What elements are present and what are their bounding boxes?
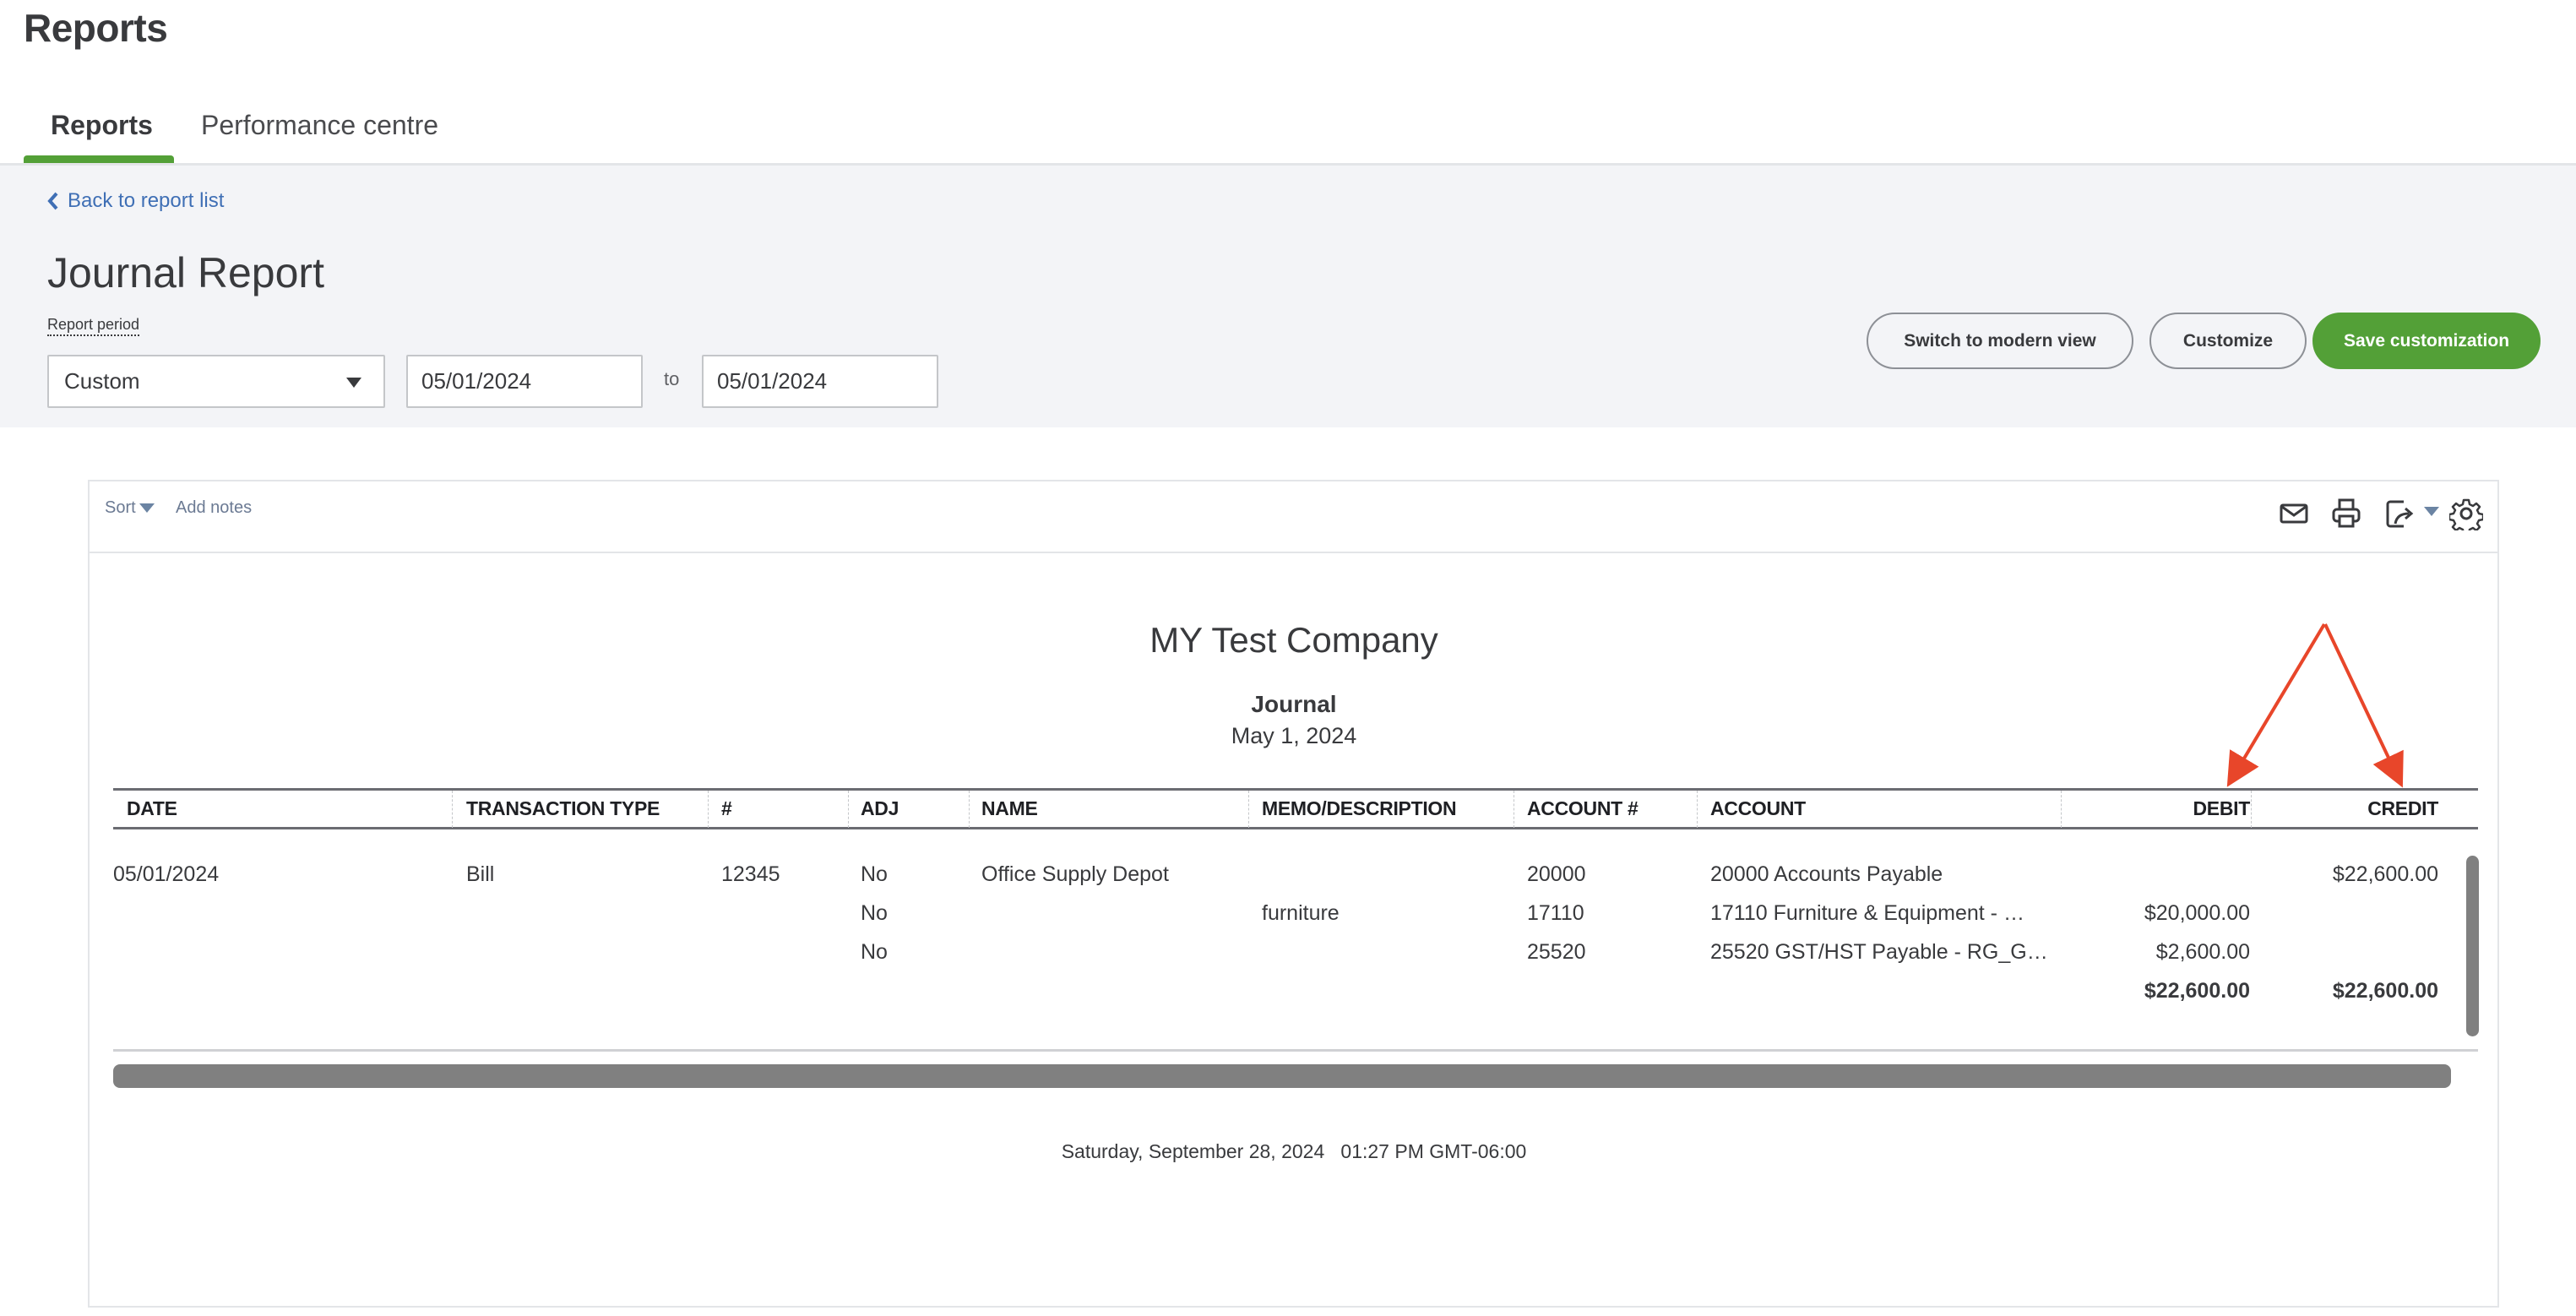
active-tab-indicator [24, 155, 174, 163]
column-header-number[interactable]: # [721, 797, 732, 820]
cell-account-number: 20000 [1527, 862, 1586, 886]
cell-credit[interactable]: $22,600.00 [2251, 862, 2438, 887]
page-title: Journal Report [47, 249, 324, 296]
report-card [88, 480, 2499, 1308]
sort-dropdown[interactable]: Sort [105, 498, 155, 518]
sort-label: Sort [105, 498, 136, 517]
company-name: MY Test Company [1149, 620, 1438, 660]
tab-performance-centre[interactable]: Performance centre [201, 110, 438, 141]
column-separator [1697, 791, 1698, 828]
cell-account[interactable]: 20000 Accounts Payable [1710, 862, 1943, 887]
table-header-bottom-rule [113, 827, 2478, 829]
column-separator [969, 791, 970, 828]
column-header-account[interactable]: ACCOUNT [1710, 797, 1806, 820]
cell-account-number: 17110 [1527, 901, 1584, 925]
switch-to-modern-view-button[interactable]: Switch to modern view [1867, 313, 2133, 369]
print-icon[interactable] [2329, 497, 2363, 530]
table-header-top-rule [113, 788, 2478, 791]
cell-adj: No [861, 901, 888, 925]
cell-debit[interactable]: $2,600.00 [2061, 940, 2250, 965]
column-header-debit[interactable]: DEBIT [2061, 797, 2250, 820]
back-link-label: Back to report list [68, 189, 225, 212]
total-debit: $22,600.00 [2144, 979, 2250, 1003]
column-separator [708, 791, 709, 828]
cell-name[interactable]: Office Supply Depot [981, 862, 1169, 887]
caret-down-icon [139, 503, 155, 513]
mail-icon[interactable] [2277, 497, 2311, 530]
report-period-label[interactable]: Report period [47, 316, 140, 336]
column-header-adj[interactable]: ADJ [861, 797, 899, 820]
vertical-scrollbar[interactable] [2466, 856, 2479, 1036]
cell-account[interactable]: 17110 Furniture & Equipment - … [1710, 901, 2024, 926]
column-header-credit[interactable]: CREDIT [2251, 797, 2438, 820]
customize-button[interactable]: Customize [2149, 313, 2307, 369]
cell-account-number: 25520 [1527, 940, 1586, 964]
cell-debit[interactable]: $20,000.00 [2061, 901, 2250, 926]
cell-number[interactable]: 12345 [721, 862, 780, 887]
cell-transaction-type[interactable]: Bill [466, 862, 494, 887]
column-separator [848, 791, 849, 828]
column-header-name[interactable]: NAME [981, 797, 1038, 820]
horizontal-scrollbar[interactable] [113, 1064, 2451, 1088]
report-name: Journal [1251, 691, 1337, 717]
report-header-band [0, 166, 2576, 427]
date-from-input[interactable] [406, 355, 643, 408]
table-bottom-rule [113, 1049, 2478, 1052]
report-generated-timestamp: Saturday, September 28, 2024 01:27 PM GM… [1061, 1140, 1527, 1162]
chevron-left-icon [47, 192, 58, 210]
to-label: to [664, 368, 680, 389]
column-header-date[interactable]: DATE [127, 797, 177, 820]
cell-account[interactable]: 25520 GST/HST Payable - RG_G… [1710, 940, 2048, 965]
cell-date[interactable]: 05/01/2024 [113, 862, 219, 887]
column-separator [452, 791, 453, 828]
total-credit: $22,600.00 [2332, 979, 2438, 1003]
export-icon[interactable] [2383, 497, 2417, 530]
back-to-report-list-link[interactable]: Back to report list [47, 189, 224, 213]
cell-memo: furniture [1262, 901, 1340, 925]
add-notes-link[interactable]: Add notes [176, 498, 252, 518]
gear-icon[interactable] [2449, 497, 2483, 530]
column-separator [1248, 791, 1249, 828]
report-period-value: Custom [64, 368, 140, 394]
column-header-transaction-type[interactable]: TRANSACTION TYPE [466, 797, 660, 820]
caret-down-icon [346, 378, 361, 388]
report-period-select[interactable]: Custom [47, 355, 385, 408]
app-title: Reports [24, 6, 168, 50]
column-header-account-number[interactable]: ACCOUNT # [1527, 797, 1639, 820]
column-header-memo[interactable]: MEMO/DESCRIPTION [1262, 797, 1457, 820]
export-caret-icon[interactable] [2424, 507, 2439, 516]
toolbar-divider [90, 552, 2497, 553]
save-customization-button[interactable]: Save customization [2312, 313, 2541, 369]
date-to-input[interactable] [702, 355, 938, 408]
cell-adj: No [861, 940, 888, 964]
tab-reports[interactable]: Reports [51, 110, 153, 141]
report-date: May 1, 2024 [1231, 723, 1357, 748]
cell-adj: No [861, 862, 888, 886]
